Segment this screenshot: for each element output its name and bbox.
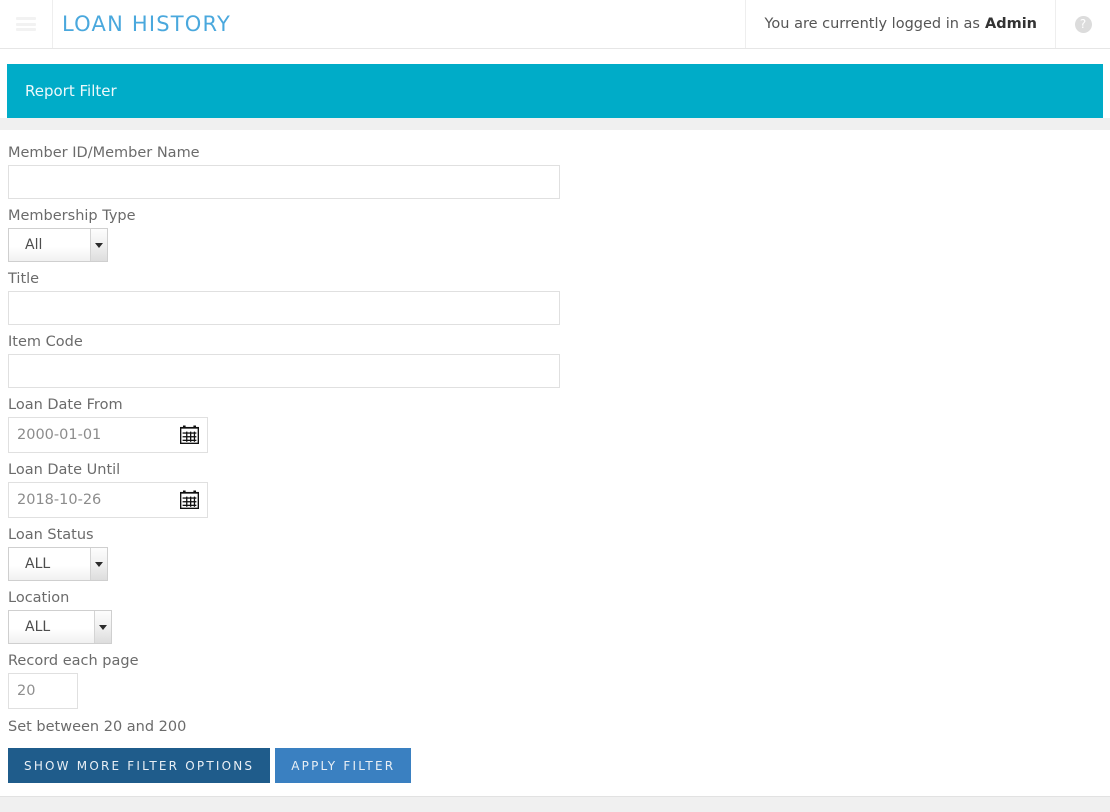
field-loan-date-until: Loan Date Until [8, 461, 1110, 518]
item-code-label: Item Code [8, 334, 83, 350]
field-item-code: Item Code [8, 333, 1110, 388]
report-filter-form: Member ID/Member Name Membership Type Al… [0, 130, 1110, 783]
filter-actions: SHOW MORE FILTER OPTIONS APPLY FILTER [8, 748, 1110, 783]
field-record-each-page: Record each page Set between 20 and 200 [8, 652, 1110, 735]
report-filter-panel-header: Report Filter [7, 64, 1103, 118]
member-input[interactable] [8, 165, 560, 199]
field-loan-date-from: Loan Date From [8, 396, 1110, 453]
top-header-bar: LOAN HISTORY You are currently logged in… [0, 0, 1110, 49]
logged-in-username: Admin [984, 16, 1037, 32]
loan-date-from-wrap [8, 417, 208, 453]
member-label: Member ID/Member Name [8, 145, 200, 161]
loan-date-until-wrap [8, 482, 208, 518]
loan-date-until-label: Loan Date Until [8, 462, 121, 478]
record-range-hint: Set between 20 and 200 [8, 719, 187, 735]
apply-filter-button[interactable]: APPLY FILTER [275, 748, 412, 783]
membership-type-select[interactable]: All [8, 228, 108, 262]
title-label: Title [8, 271, 40, 287]
logged-in-status: You are currently logged in as Admin [745, 0, 1056, 48]
membership-type-select-wrap[interactable]: All [8, 228, 108, 262]
hamburger-icon [16, 17, 36, 31]
loan-date-until-input[interactable] [8, 482, 208, 518]
loan-status-select[interactable]: ALL [8, 547, 108, 581]
field-membership-type: Membership Type All [8, 207, 1110, 262]
loan-status-select-wrap[interactable]: ALL [8, 547, 108, 581]
membership-type-label: Membership Type [8, 208, 136, 224]
item-code-input[interactable] [8, 354, 560, 388]
page-title: LOAN HISTORY [62, 12, 232, 36]
menu-toggle-button[interactable] [0, 0, 53, 48]
loan-status-label: Loan Status [8, 527, 94, 543]
login-status-text: You are currently logged in as [764, 16, 980, 32]
record-each-page-label: Record each page [8, 653, 139, 669]
location-select[interactable]: ALL [8, 610, 112, 644]
brand-area: LOAN HISTORY [53, 0, 231, 48]
field-title: Title [8, 270, 1110, 325]
title-input[interactable] [8, 291, 560, 325]
location-label: Location [8, 590, 70, 606]
header-spacer [231, 0, 745, 48]
show-more-filter-options-button[interactable]: SHOW MORE FILTER OPTIONS [8, 748, 271, 783]
loan-date-from-label: Loan Date From [8, 397, 123, 413]
record-each-page-input[interactable] [8, 673, 78, 709]
help-button[interactable]: ? [1056, 0, 1110, 48]
help-icon: ? [1074, 15, 1092, 33]
location-select-wrap[interactable]: ALL [8, 610, 112, 644]
loan-date-from-input[interactable] [8, 417, 208, 453]
report-filter-title: Report Filter [25, 82, 117, 100]
field-member: Member ID/Member Name [8, 144, 1110, 199]
field-location: Location ALL [8, 589, 1110, 644]
field-loan-status: Loan Status ALL [8, 526, 1110, 581]
page-footer [0, 796, 1110, 812]
panel-divider-strip [0, 118, 1110, 130]
